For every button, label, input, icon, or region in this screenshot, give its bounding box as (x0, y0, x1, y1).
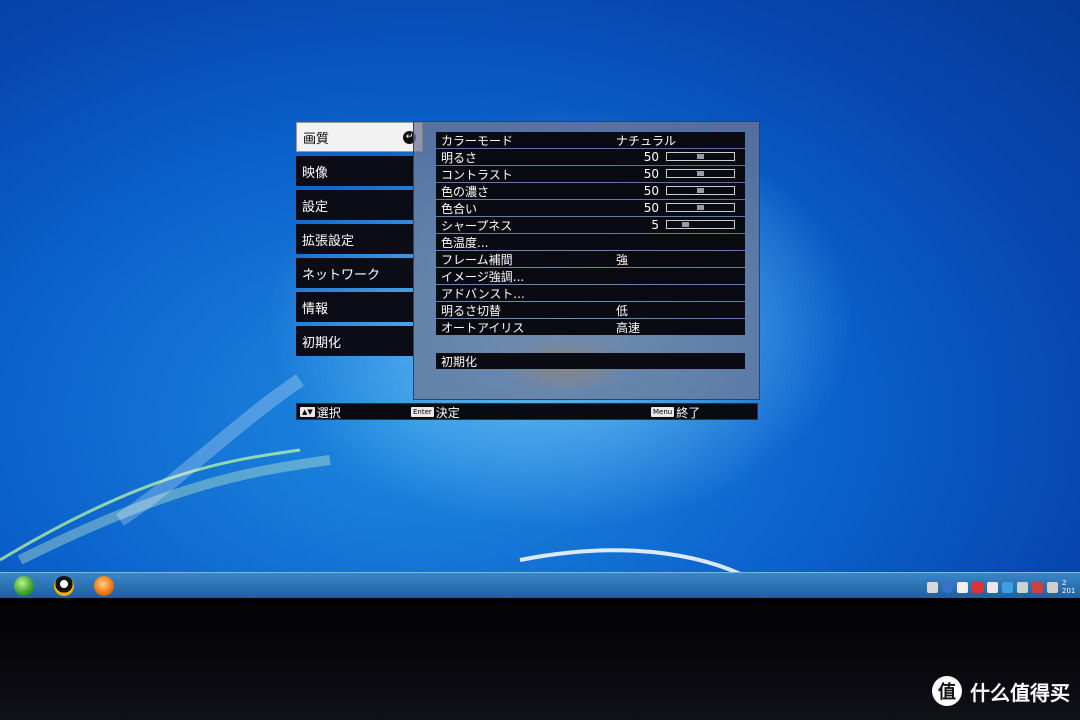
setting-row[interactable]: アドバンスト... (436, 285, 745, 301)
tab-label: ネットワーク (302, 267, 381, 283)
setting-slider[interactable] (666, 220, 735, 229)
tab-1[interactable]: 映像 (296, 156, 414, 186)
pen-icon[interactable] (957, 581, 968, 593)
setting-slider[interactable] (666, 152, 735, 161)
system-tray: 2 201 (927, 579, 1080, 595)
slider-knob[interactable] (697, 205, 704, 210)
tab-0[interactable]: 画質 ↵ (296, 122, 423, 152)
slider-knob[interactable] (682, 222, 689, 227)
clock[interactable]: 2 201 (1062, 579, 1076, 595)
setting-label: カラーモード (441, 133, 514, 148)
setting-slider[interactable] (666, 203, 735, 212)
tab-label: 映像 (302, 165, 329, 181)
setting-row[interactable]: 明るさ切替 低 (436, 302, 745, 318)
setting-value: ナチュラル (616, 133, 677, 148)
setting-label: 明るさ切替 (441, 303, 502, 318)
antivirus-icon[interactable] (972, 581, 983, 593)
setting-row[interactable]: オートアイリス 高速 (436, 319, 745, 335)
setting-number: 5 (651, 218, 659, 232)
setting-number: 50 (643, 184, 659, 198)
setting-label: イメージ強調... (441, 269, 525, 284)
setting-row[interactable]: 明るさ 50 (436, 149, 745, 165)
tab-label: 拡張設定 (302, 233, 355, 249)
help-icon[interactable] (942, 581, 953, 593)
setting-row[interactable]: イメージ強調... (436, 268, 745, 284)
display-icon[interactable] (1017, 581, 1028, 593)
watermark: 值 什么值得买 (932, 676, 1070, 706)
setting-label: シャープネス (441, 218, 513, 233)
setting-label: 色合い (441, 201, 478, 216)
setting-slider[interactable] (666, 186, 735, 195)
start-orb-icon[interactable] (14, 576, 34, 596)
slider-knob[interactable] (697, 188, 704, 193)
tab-2[interactable]: 設定 (296, 190, 414, 220)
menu-hint: 終了 (676, 405, 701, 420)
setting-label: オートアイリス (441, 320, 525, 335)
setting-label: 色の濃さ (441, 184, 490, 199)
volume-icon[interactable] (1047, 581, 1058, 593)
reset-label: 初期化 (441, 354, 478, 369)
setting-label: 色温度... (441, 235, 489, 250)
enter-hint: 決定 (435, 405, 460, 420)
tab-label: 情報 (302, 301, 329, 317)
setting-label: アドバンスト... (441, 286, 525, 301)
shield-icon[interactable] (1002, 581, 1013, 593)
tab-4[interactable]: ネットワーク (296, 258, 414, 288)
setting-value: 強 (616, 252, 629, 267)
osd-footer: ▲▼ 選択 Enter 決定 Menu 終了 (296, 403, 758, 420)
setting-row[interactable]: コントラスト 50 (436, 166, 745, 182)
setting-value: 低 (616, 303, 629, 318)
tab-6[interactable]: 初期化 (296, 326, 414, 356)
setting-row[interactable]: 色の濃さ 50 (436, 183, 745, 199)
setting-row[interactable]: 色合い 50 (436, 200, 745, 216)
monitor-bezel (0, 598, 1080, 720)
setting-number: 50 (643, 167, 659, 181)
watermark-logo-icon: 值 (932, 676, 962, 706)
taskbar: 2 201 (0, 572, 1080, 599)
setting-label: フレーム補間 (441, 252, 513, 267)
select-hint: 選択 (316, 405, 341, 420)
setting-row[interactable]: フレーム補間 強 (436, 251, 745, 267)
tab-label: 初期化 (302, 335, 342, 351)
setting-number: 50 (643, 150, 659, 164)
qq-penguin-icon[interactable] (54, 576, 74, 596)
network-icon[interactable] (987, 581, 998, 593)
setting-slider[interactable] (666, 169, 735, 178)
setting-label: 明るさ (441, 150, 478, 165)
tab-5[interactable]: 情報 (296, 292, 414, 322)
slider-knob[interactable] (697, 154, 704, 159)
tab-label: 画質 (303, 131, 330, 147)
keyboard-icon[interactable] (927, 581, 938, 593)
tab-label: 設定 (302, 199, 329, 215)
slider-knob[interactable] (697, 171, 704, 176)
tab-3[interactable]: 拡張設定 (296, 224, 414, 254)
up-down-arrow-icon: ▲▼ (300, 407, 315, 417)
watermark-text: 什么值得买 (970, 680, 1070, 705)
setting-row[interactable]: 色温度... (436, 234, 745, 250)
browser-icon[interactable] (94, 576, 114, 596)
enter-key-icon: Enter (411, 407, 434, 417)
setting-label: コントラスト (441, 167, 513, 182)
flag-icon[interactable] (1032, 581, 1043, 593)
setting-number: 50 (643, 201, 659, 215)
menu-key-icon: Menu (651, 407, 675, 417)
setting-value: 高速 (616, 320, 641, 335)
setting-row[interactable]: シャープネス 5 (436, 217, 745, 233)
setting-row[interactable]: カラーモード ナチュラル (436, 132, 745, 148)
reset-row[interactable]: 初期化 (436, 353, 745, 369)
